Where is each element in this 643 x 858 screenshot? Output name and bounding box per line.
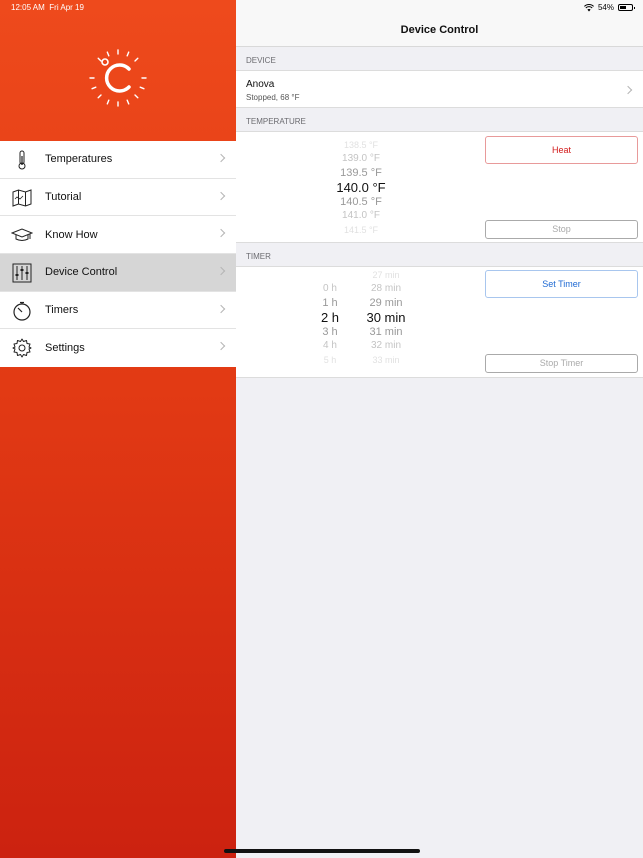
picker-option[interactable]: 5 h <box>310 353 350 367</box>
stopwatch-icon <box>13 301 31 321</box>
sidebar-item-label: Timers <box>45 304 79 317</box>
main-content: Device Control DEVICE Anova Stopped, 68 … <box>236 0 643 858</box>
status-clock: 12:05 AM <box>11 3 45 12</box>
device-row[interactable]: Anova Stopped, 68 °F <box>236 70 643 108</box>
chevron-right-icon <box>216 342 226 351</box>
temperature-section-header: TEMPERATURE <box>246 117 306 126</box>
chevron-right-icon <box>216 266 226 276</box>
picker-option[interactable]: 33 min <box>360 353 412 367</box>
status-date: Fri Apr 19 <box>49 3 84 12</box>
picker-option[interactable]: 3 h <box>310 325 350 339</box>
stop-button[interactable]: Stop <box>485 220 638 239</box>
anova-logo-icon <box>89 49 147 107</box>
chevron-right-icon <box>216 153 226 163</box>
thermometer-icon <box>18 150 26 170</box>
chevron-right-icon <box>216 304 226 313</box>
sidebar-item-label: Device Control <box>45 266 118 279</box>
picker-option[interactable]: 141.0 °F <box>296 209 426 223</box>
picker-option[interactable]: 32 min <box>360 339 412 353</box>
picker-option[interactable]: 28 min <box>360 282 412 296</box>
chevron-right-icon <box>623 85 633 95</box>
picker-option-selected[interactable]: 30 min <box>360 310 412 325</box>
battery-percent: 54% <box>597 3 614 12</box>
sidebar-item-label: Settings <box>45 342 85 355</box>
sidebar: Temperatures Tutorial Know How Device Co… <box>0 0 236 858</box>
stop-timer-button[interactable]: Stop Timer <box>485 354 638 373</box>
picker-option-selected[interactable]: 140.0 °F <box>296 180 426 195</box>
sidebar-item-label: Tutorial <box>45 191 82 204</box>
chevron-right-icon <box>216 229 226 238</box>
sidebar-item-timers[interactable]: Timers <box>0 292 236 330</box>
timer-panel: 0 h 1 h 2 h 3 h 4 h 5 h 27 min 28 min 29… <box>236 266 643 378</box>
device-name: Anova <box>246 79 275 90</box>
picker-option[interactable]: 0 h <box>310 282 350 296</box>
device-status: Stopped, 68 °F <box>246 93 300 102</box>
sidebar-item-settings[interactable]: Settings <box>0 329 236 367</box>
picker-option[interactable]: 138.5 °F <box>296 138 426 152</box>
picker-option[interactable]: 1 h <box>310 296 350 310</box>
sidebar-item-temperatures[interactable]: Temperatures <box>0 141 236 179</box>
status-bar: 12:05 AM Fri Apr 19 54% <box>0 0 643 16</box>
set-timer-button[interactable]: Set Timer <box>485 270 638 298</box>
status-time: 12:05 AM Fri Apr 19 <box>11 3 84 12</box>
battery-icon <box>618 4 635 11</box>
chevron-right-icon <box>216 191 226 200</box>
picker-option[interactable]: 29 min <box>360 296 412 310</box>
sidebar-item-label: Temperatures <box>45 153 113 166</box>
temperature-panel: 138.5 °F 139.0 °F 139.5 °F 140.0 °F 140.… <box>236 131 643 243</box>
timer-section-header: TIMER <box>246 252 271 261</box>
wifi-icon <box>584 3 594 11</box>
temperature-picker[interactable]: 138.5 °F 139.0 °F 139.5 °F 140.0 °F 140.… <box>296 138 426 237</box>
picker-option[interactable] <box>310 268 350 282</box>
picker-option[interactable]: 140.5 °F <box>296 195 426 209</box>
sidebar-item-know-how[interactable]: Know How <box>0 216 236 255</box>
status-indicators: 54% <box>584 3 635 12</box>
picker-option[interactable]: 139.0 °F <box>296 152 426 166</box>
sliders-icon <box>12 263 32 283</box>
device-section-header: DEVICE <box>246 56 276 65</box>
picker-option[interactable]: 141.5 °F <box>296 223 426 237</box>
minutes-picker[interactable]: 27 min 28 min 29 min 30 min 31 min 32 mi… <box>360 268 412 367</box>
picker-option[interactable]: 27 min <box>360 268 412 282</box>
picker-option[interactable]: 139.5 °F <box>296 166 426 180</box>
home-indicator[interactable] <box>224 849 420 853</box>
gear-icon <box>12 338 32 358</box>
picker-option[interactable]: 31 min <box>360 325 412 339</box>
graduation-cap-icon <box>11 228 33 242</box>
heat-button[interactable]: Heat <box>485 136 638 164</box>
sidebar-item-tutorial[interactable]: Tutorial <box>0 179 236 217</box>
picker-option[interactable]: 4 h <box>310 339 350 353</box>
picker-option-selected[interactable]: 2 h <box>310 310 350 325</box>
sidebar-menu: Temperatures Tutorial Know How Device Co… <box>0 141 236 368</box>
sidebar-item-label: Know How <box>45 228 98 241</box>
hours-picker[interactable]: 0 h 1 h 2 h 3 h 4 h 5 h <box>310 268 350 367</box>
sidebar-item-device-control[interactable]: Device Control <box>0 254 236 292</box>
map-icon <box>12 188 32 207</box>
page-title: Device Control <box>400 24 479 36</box>
